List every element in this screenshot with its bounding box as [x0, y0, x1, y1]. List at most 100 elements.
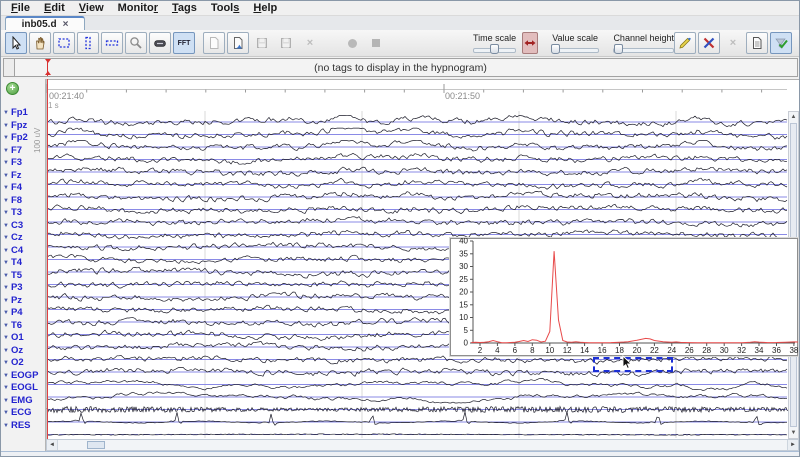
close-view-button[interactable]: × [299, 32, 321, 54]
channel-row-fpz[interactable]: ▼Fpz [3, 120, 27, 132]
channel-row-ecg[interactable]: ▼ECG [3, 407, 32, 419]
channel-expand-icon[interactable]: ▼ [3, 135, 9, 141]
channel-expand-icon[interactable]: ▼ [3, 110, 9, 116]
channel-row-emg[interactable]: ▼EMG [3, 395, 33, 407]
measure-tool-button[interactable] [149, 32, 171, 54]
channel-row-c4[interactable]: ▼C4 [3, 245, 23, 257]
channel-expand-icon[interactable]: ▼ [3, 235, 9, 241]
channel-row-eogl[interactable]: ▼EOGL [3, 382, 38, 394]
toolbar: FFT × Time scale Value scale Channel height × [1, 30, 799, 57]
channel-row-o1[interactable]: ▼O1 [3, 332, 24, 344]
channel-expand-icon[interactable]: ▼ [3, 348, 9, 354]
channel-row-t6[interactable]: ▼T6 [3, 320, 22, 332]
scroll-right-icon[interactable]: ► [787, 440, 798, 450]
tab-inb05[interactable]: inb05.d × [5, 16, 85, 31]
menu-view[interactable]: View [72, 2, 111, 14]
rect-select-tool-button[interactable] [53, 32, 75, 54]
channel-expand-icon[interactable]: ▼ [3, 423, 9, 429]
menu-edit[interactable]: Edit [37, 2, 72, 14]
channel-expand-icon[interactable]: ▼ [3, 298, 9, 304]
scroll-left-icon[interactable]: ◄ [47, 440, 58, 450]
menu-tools[interactable]: Tools [204, 2, 247, 14]
channel-expand-icon[interactable]: ▼ [3, 260, 9, 266]
channel-row-oz[interactable]: ▼Oz [3, 345, 23, 357]
selection-box[interactable] [593, 357, 673, 372]
annotate-button[interactable] [674, 32, 696, 54]
scroll-up-icon[interactable]: ▲ [789, 112, 798, 122]
channel-row-t3[interactable]: ▼T3 [3, 207, 22, 219]
fft-tool-button[interactable]: FFT [173, 32, 195, 54]
channel-row-c3[interactable]: ▼C3 [3, 220, 23, 232]
channel-expand-icon[interactable]: ▼ [3, 285, 9, 291]
channel-row-f4[interactable]: ▼F4 [3, 182, 22, 194]
channel-row-eogp[interactable]: ▼EOGP [3, 370, 38, 382]
new-view-button[interactable] [203, 32, 225, 54]
time-scale-slider-thumb[interactable] [490, 44, 499, 54]
save-all-button[interactable] [275, 32, 297, 54]
channel-expand-icon[interactable]: ▼ [3, 160, 9, 166]
record-button[interactable] [341, 32, 363, 54]
value-scale-slider[interactable]: Value scale [552, 33, 599, 54]
channel-row-f8[interactable]: ▼F8 [3, 195, 22, 207]
channel-row-f7[interactable]: ▼F7 [3, 145, 22, 157]
vertical-select-tool-button[interactable] [77, 32, 99, 54]
channel-row-fp2[interactable]: ▼Fp2 [3, 132, 28, 144]
channel-expand-icon[interactable]: ▼ [3, 210, 9, 216]
channel-row-f3[interactable]: ▼F3 [3, 157, 22, 169]
zoom-tool-button[interactable] [125, 32, 147, 54]
time-scale-slider[interactable]: Time scale [473, 33, 516, 54]
channel-expand-icon[interactable]: ▼ [3, 398, 9, 404]
channel-height-slider[interactable]: Channel height [613, 33, 674, 54]
channel-height-slider-track[interactable] [613, 44, 674, 54]
channel-expand-icon[interactable]: ▼ [3, 173, 9, 179]
time-scale-slider-track[interactable] [473, 44, 516, 54]
channel-row-res[interactable]: ▼RES [3, 420, 31, 432]
menu-monitor[interactable]: Monitor [111, 2, 165, 14]
stop-button[interactable] [365, 32, 387, 54]
channel-expand-icon[interactable]: ▼ [3, 323, 9, 329]
remove-button[interactable]: × [722, 32, 744, 54]
report-button[interactable] [746, 32, 768, 54]
scroll-down-icon[interactable]: ▼ [789, 428, 798, 438]
channel-row-fz[interactable]: ▼Fz [3, 170, 22, 182]
menu-tags[interactable]: Tags [165, 2, 204, 14]
channel-row-fp1[interactable]: ▼Fp1 [3, 107, 28, 119]
channel-row-cz[interactable]: ▼Cz [3, 232, 23, 244]
channel-expand-icon[interactable]: ▼ [3, 410, 9, 416]
channel-expand-icon[interactable]: ▼ [3, 360, 9, 366]
channel-expand-icon[interactable]: ▼ [3, 385, 9, 391]
menu-file[interactable]: File [4, 2, 37, 14]
channel-expand-icon[interactable]: ▼ [3, 248, 9, 254]
channel-expand-icon[interactable]: ▼ [3, 198, 9, 204]
channel-expand-icon[interactable]: ▼ [3, 310, 9, 316]
channel-row-p3[interactable]: ▼P3 [3, 282, 23, 294]
channel-expand-icon[interactable]: ▼ [3, 373, 9, 379]
channel-expand-icon[interactable]: ▼ [3, 223, 9, 229]
channel-row-pz[interactable]: ▼Pz [3, 295, 22, 307]
horizontal-select-tool-button[interactable] [101, 32, 123, 54]
add-tag-button[interactable]: + [6, 82, 19, 95]
channel-expand-icon[interactable]: ▼ [3, 273, 9, 279]
pan-tool-button[interactable] [29, 32, 51, 54]
channel-expand-icon[interactable]: ▼ [3, 123, 9, 129]
apply-filter-button[interactable] [770, 32, 792, 54]
value-scale-slider-track[interactable] [552, 44, 599, 54]
channel-height-slider-thumb[interactable] [614, 44, 623, 54]
value-scale-slider-thumb[interactable] [551, 44, 560, 54]
tab-close-icon[interactable]: × [63, 20, 69, 30]
channel-row-t4[interactable]: ▼T4 [3, 257, 22, 269]
channel-expand-icon[interactable]: ▼ [3, 185, 9, 191]
channel-row-p4[interactable]: ▼P4 [3, 307, 23, 319]
horizontal-scroll-thumb[interactable] [87, 441, 105, 449]
channel-row-o2[interactable]: ▼O2 [3, 357, 24, 369]
save-button[interactable] [251, 32, 273, 54]
pointer-tool-button[interactable] [5, 32, 27, 54]
menu-help[interactable]: Help [246, 2, 284, 14]
channel-expand-icon[interactable]: ▼ [3, 335, 9, 341]
page-flip-button[interactable] [227, 32, 249, 54]
channel-expand-icon[interactable]: ▼ [3, 148, 9, 154]
channel-row-t5[interactable]: ▼T5 [3, 270, 22, 282]
time-scale-lock-button[interactable] [522, 32, 538, 54]
montage-tools-button[interactable] [698, 32, 720, 54]
horizontal-scrollbar[interactable]: ◄ ► [46, 439, 799, 451]
